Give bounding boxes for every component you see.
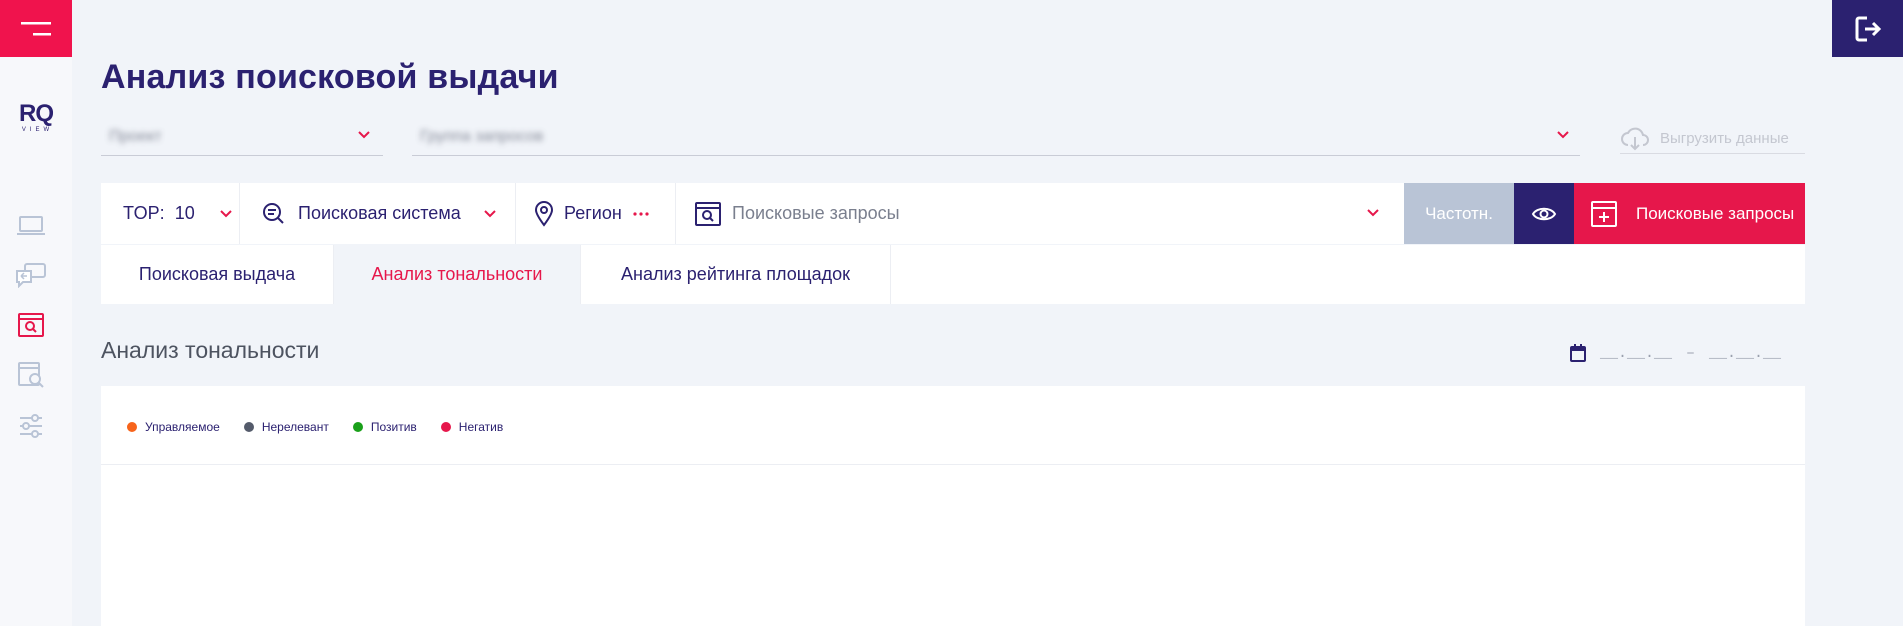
logout-button[interactable] bbox=[1832, 0, 1903, 57]
nav-search-list[interactable] bbox=[14, 360, 48, 390]
frequency-button[interactable]: Частотн. bbox=[1404, 183, 1514, 244]
logout-icon bbox=[1855, 16, 1881, 41]
chat-icon bbox=[16, 263, 46, 288]
chart-legend: Управляемое Нерелевант Позитив Негатив bbox=[127, 420, 503, 434]
section-title: Анализ тональности bbox=[101, 337, 320, 363]
calendar-icon bbox=[1570, 344, 1586, 362]
list-search-icon bbox=[18, 362, 44, 388]
legend-item-managed[interactable]: Управляемое bbox=[127, 420, 220, 434]
logo-subtext: VIEW bbox=[21, 127, 54, 133]
search-engine-icon bbox=[263, 202, 284, 224]
search-window-icon bbox=[18, 313, 44, 337]
legend-item-irrelevant[interactable]: Нерелевант bbox=[243, 420, 329, 434]
logo[interactable]: RQ VIEW bbox=[10, 102, 62, 138]
export-button[interactable]: Выгрузить данные bbox=[1620, 124, 1805, 154]
sidebar: RQ VIEW bbox=[0, 0, 72, 626]
region-select[interactable]: Регион bbox=[516, 183, 676, 244]
legend-dot bbox=[243, 422, 254, 432]
search-engine-select[interactable]: Поисковая система bbox=[240, 183, 516, 244]
legend-dot bbox=[127, 422, 137, 432]
laptop-icon bbox=[17, 216, 45, 235]
query-group-value: Группа запросов bbox=[420, 128, 544, 145]
cloud-download-icon bbox=[1621, 127, 1649, 150]
eye-icon bbox=[1531, 207, 1557, 220]
date-range-picker[interactable]: __.__.__ – __.__.__ bbox=[1570, 338, 1790, 368]
legend-dot bbox=[352, 422, 363, 432]
page-title: Анализ поисковой выдачи bbox=[101, 58, 559, 96]
add-window-icon bbox=[1591, 200, 1617, 227]
date-from[interactable]: __.__.__ bbox=[1600, 345, 1672, 362]
region-label: Регион bbox=[564, 203, 622, 223]
tab-platform-rating[interactable]: Анализ рейтинга площадок bbox=[581, 245, 891, 304]
view-button[interactable] bbox=[1514, 183, 1574, 244]
nav-settings[interactable] bbox=[14, 411, 48, 441]
chevron-down-icon bbox=[483, 209, 496, 217]
location-pin-icon bbox=[534, 200, 554, 227]
legend-label: Нерелевант bbox=[261, 420, 329, 434]
sliders-icon bbox=[20, 414, 42, 438]
nav-search-analysis[interactable] bbox=[14, 310, 48, 340]
chevron-down-icon bbox=[358, 131, 370, 139]
search-queries-button[interactable]: Поисковые запросы bbox=[1574, 183, 1805, 244]
project-select[interactable]: Проект bbox=[101, 118, 383, 156]
divider bbox=[101, 464, 1805, 465]
queries-select[interactable]: Поисковые запросы bbox=[676, 183, 1404, 244]
search-engine-label: Поисковая система bbox=[298, 203, 461, 223]
filter-bar: TOP: 10 Поисковая система Регион Поисков… bbox=[101, 183, 1805, 244]
chevron-down-icon bbox=[1557, 131, 1569, 139]
more-icon[interactable] bbox=[632, 211, 650, 217]
export-label: Выгрузить данные bbox=[1660, 130, 1789, 147]
legend-item-positive[interactable]: Позитив bbox=[352, 420, 417, 434]
tabs: Поисковая выдача Анализ тональности Анал… bbox=[101, 245, 1805, 304]
date-to[interactable]: __.__.__ bbox=[1709, 345, 1781, 362]
chevron-down-icon bbox=[1367, 209, 1379, 217]
queries-placeholder: Поисковые запросы bbox=[732, 203, 900, 223]
project-select-value: Проект bbox=[109, 128, 162, 145]
nav-mentions[interactable] bbox=[14, 260, 48, 290]
logo-text: RQ bbox=[19, 100, 54, 127]
legend-label: Управляемое bbox=[145, 420, 220, 434]
menu-button[interactable] bbox=[0, 0, 72, 57]
tab-search-results[interactable]: Поисковая выдача bbox=[101, 245, 334, 304]
top-select[interactable]: TOP: 10 bbox=[101, 183, 240, 244]
tonality-chart-panel: Управляемое Нерелевант Позитив Негатив bbox=[101, 386, 1805, 626]
search-queries-button-label: Поисковые запросы bbox=[1636, 203, 1795, 223]
legend-label: Позитив bbox=[370, 420, 417, 434]
top-label: TOP: bbox=[123, 203, 165, 223]
chevron-down-icon bbox=[220, 209, 232, 217]
top-value: 10 bbox=[174, 203, 195, 223]
date-separator: – bbox=[1686, 344, 1696, 362]
search-window-icon bbox=[695, 201, 721, 226]
query-group-select[interactable]: Группа запросов bbox=[412, 118, 1580, 156]
tab-tonality-analysis[interactable]: Анализ тональности bbox=[334, 245, 581, 304]
hamburger-icon bbox=[21, 21, 51, 35]
legend-dot bbox=[440, 422, 451, 432]
legend-item-negative[interactable]: Негатив bbox=[440, 420, 504, 434]
nav-monitor[interactable] bbox=[14, 211, 48, 241]
legend-label: Негатив bbox=[458, 420, 504, 434]
